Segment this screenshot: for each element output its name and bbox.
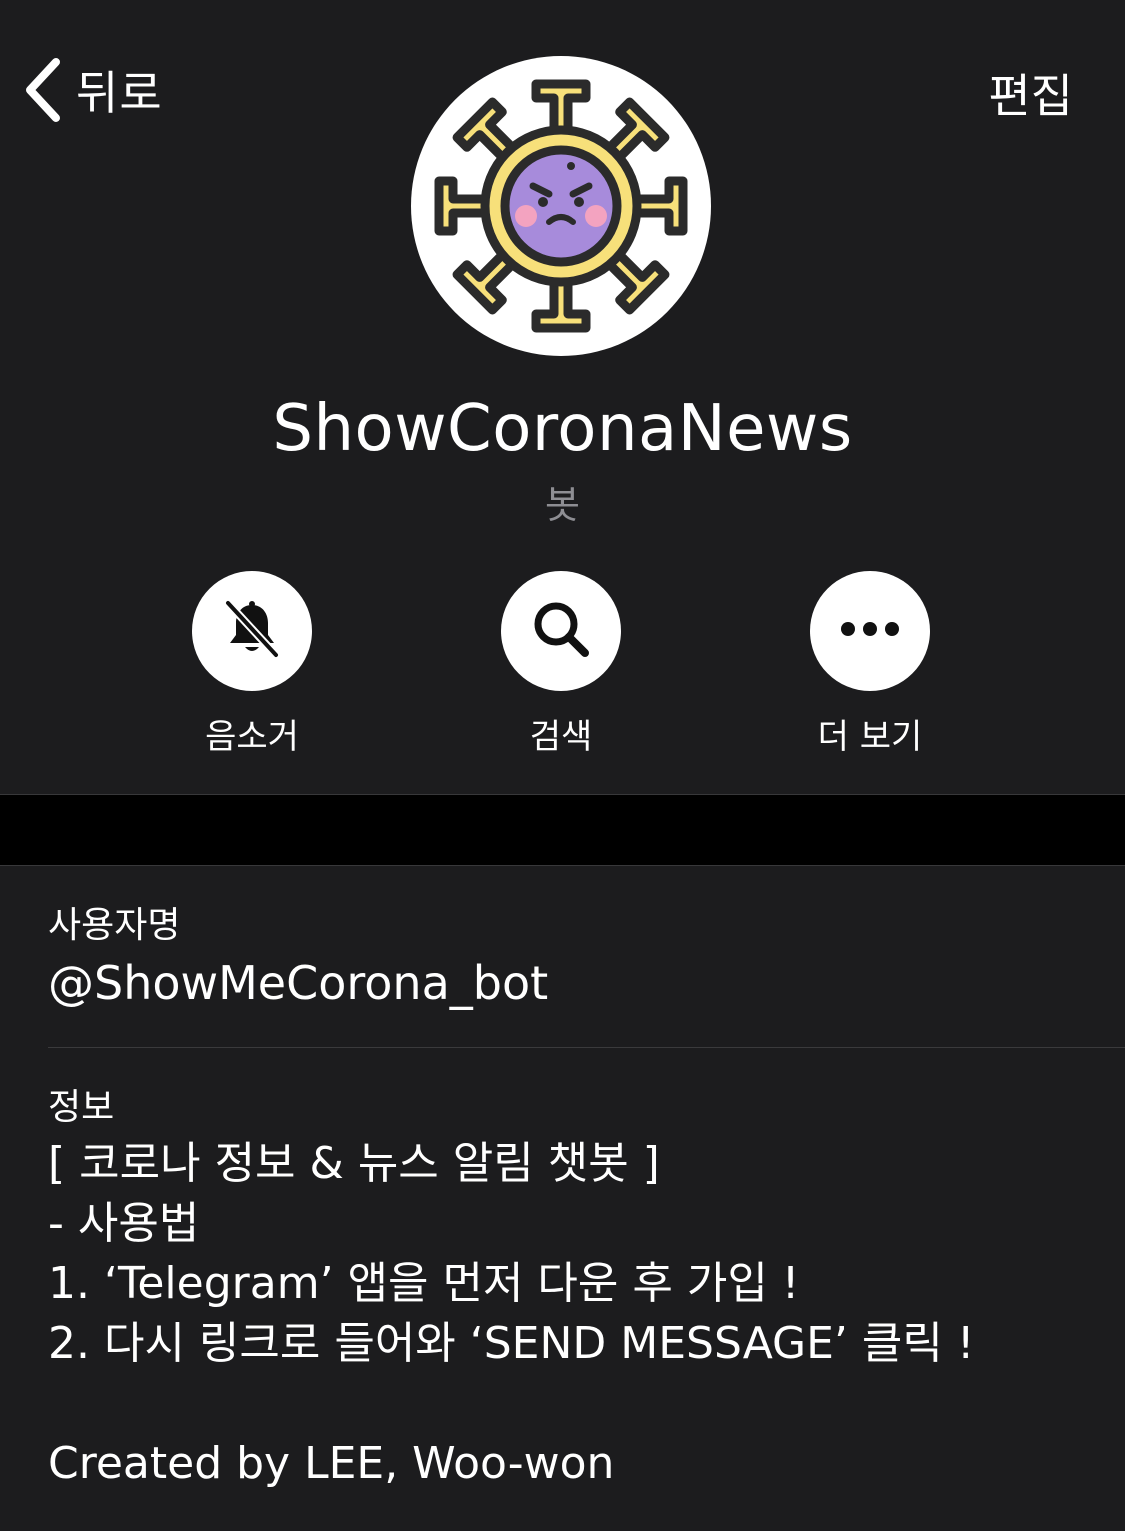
- about-label: 정보: [48, 1087, 115, 1128]
- edit-button[interactable]: 편집: [988, 60, 1073, 126]
- about-line: [48, 1374, 1088, 1434]
- profile-header: 뒤로 편집 ShowCoronaNews 봇 음소거 검색 더 보기: [0, 0, 1125, 794]
- bell-slash-icon: [220, 597, 284, 665]
- back-label: 뒤로: [76, 66, 163, 120]
- about-line: - 사용법: [48, 1198, 200, 1249]
- more-dots-icon: [838, 619, 902, 643]
- virus-face-icon: [434, 79, 688, 333]
- avatar[interactable]: [411, 56, 711, 356]
- username-value[interactable]: @ShowMeCorona_bot: [48, 956, 548, 1010]
- more-button-circle: [810, 571, 930, 691]
- about-text[interactable]: [ 코로나 정보 & 뉴스 알림 챗봇 ] - 사용법 1. ‘Telegram…: [48, 1134, 1088, 1494]
- section-separator: [0, 794, 1125, 866]
- search-button[interactable]: 검색: [441, 571, 681, 758]
- search-button-circle: [501, 571, 621, 691]
- about-line: Created by LEE, Woo-won: [48, 1438, 615, 1489]
- about-line: [ 코로나 정보 & 뉴스 알림 챗봇 ]: [48, 1138, 660, 1189]
- more-label: 더 보기: [817, 717, 923, 757]
- search-label: 검색: [529, 717, 593, 757]
- info-section: 사용자명 @ShowMeCorona_bot 정보 [ 코로나 정보 & 뉴스 …: [0, 866, 1125, 1531]
- mute-label: 음소거: [205, 717, 299, 757]
- more-button[interactable]: 더 보기: [750, 571, 990, 758]
- username-label: 사용자명: [48, 905, 181, 946]
- mute-button-circle: [192, 571, 312, 691]
- row-divider: [48, 1047, 1125, 1048]
- search-icon: [529, 597, 593, 665]
- about-line: 1. ‘Telegram’ 앱을 먼저 다운 후 가입 !: [48, 1258, 800, 1309]
- mute-button[interactable]: 음소거: [132, 571, 372, 758]
- chevron-left-icon: [20, 56, 64, 124]
- profile-type-label: 봇: [545, 483, 580, 527]
- profile-name: ShowCoronaNews: [272, 392, 853, 466]
- back-button[interactable]: 뒤로: [20, 52, 163, 128]
- about-line: 2. 다시 링크로 들어와 ‘SEND MESSAGE’ 클릭 !: [48, 1318, 975, 1369]
